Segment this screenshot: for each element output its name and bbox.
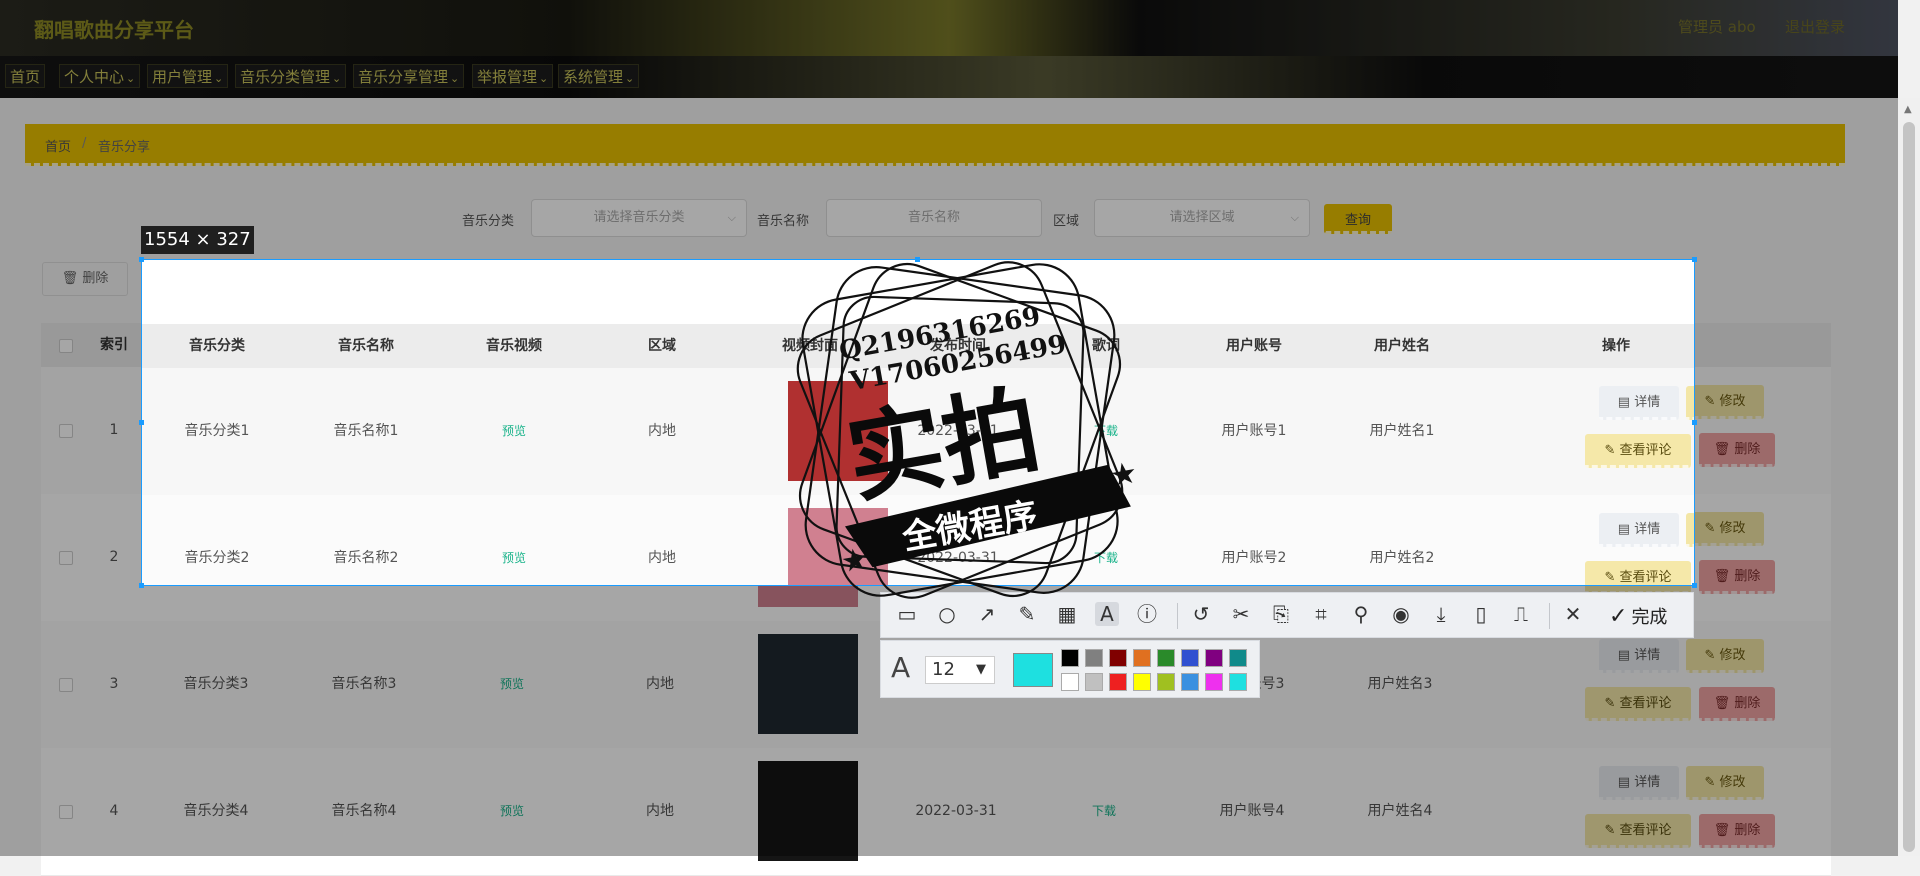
resize-handle[interactable] — [1692, 420, 1697, 425]
cell-username: 用户姓名1 — [1369, 423, 1435, 439]
detail-label: 详情 — [1634, 522, 1661, 537]
header-video: 音乐视频 — [486, 338, 542, 354]
color-swatch[interactable] — [1181, 649, 1199, 667]
color-swatch[interactable] — [1229, 649, 1247, 667]
color-swatch[interactable] — [1157, 649, 1175, 667]
download-icon[interactable]: ⤓ — [1429, 602, 1453, 626]
header-region: 区域 — [648, 338, 676, 354]
header-username: 用户姓名 — [1374, 338, 1430, 354]
view-comments-button[interactable]: ✎ 查看评论 — [1585, 561, 1691, 585]
capture-size-label: 1554 × 327 — [141, 226, 254, 254]
color-swatch[interactable] — [1133, 673, 1151, 691]
color-swatch[interactable] — [1109, 673, 1127, 691]
header-operations: 操作 — [1602, 338, 1630, 354]
pencil-icon: ✎ — [1604, 570, 1620, 585]
bookmark-icon[interactable]: ⎍ — [1509, 602, 1533, 626]
cell-category: 音乐分类2 — [184, 550, 250, 566]
color-swatch[interactable] — [1061, 673, 1079, 691]
color-swatch[interactable] — [1157, 673, 1175, 691]
current-color-swatch[interactable] — [1013, 653, 1053, 687]
cell-name: 音乐名称1 — [333, 423, 399, 439]
color-swatch[interactable] — [1109, 649, 1127, 667]
edit-button[interactable]: ✎ 修改 — [1686, 386, 1694, 420]
color-swatch[interactable] — [1133, 649, 1151, 667]
cell-region: 内地 — [648, 423, 676, 439]
done-button[interactable]: ✓ 完成 — [1609, 603, 1667, 629]
resize-handle[interactable] — [139, 583, 144, 588]
scroll-up-icon[interactable]: ▲ — [1904, 104, 1912, 115]
watermark-stamp: Q2196316269 V17060256499 实拍 全微程序 ★ ★ — [796, 261, 1140, 599]
resize-handle[interactable] — [1692, 583, 1697, 588]
color-swatch[interactable] — [1229, 673, 1247, 691]
detail-button[interactable]: ▤ 详情 — [1599, 513, 1679, 547]
color-swatch[interactable] — [1061, 649, 1079, 667]
color-swatch[interactable] — [1205, 673, 1223, 691]
resize-handle[interactable] — [1692, 257, 1697, 262]
view-comments-button[interactable]: ✎ 查看评论 — [1585, 434, 1691, 468]
color-swatch[interactable] — [1181, 673, 1199, 691]
phone-icon[interactable]: ▯ — [1469, 602, 1493, 626]
translate-icon[interactable]: ⎘ — [1269, 602, 1293, 626]
resize-handle[interactable] — [139, 420, 144, 425]
toolbar-divider — [1549, 603, 1550, 629]
header-account: 用户账号 — [1226, 338, 1282, 354]
pencil-icon: ✎ — [1604, 443, 1620, 458]
undo-icon[interactable]: ↺ — [1189, 602, 1213, 626]
done-label: 完成 — [1631, 607, 1668, 628]
doc-icon: ▤ — [1617, 395, 1635, 410]
star-icon: ★ — [1107, 455, 1140, 494]
video-preview-link[interactable]: 预览 — [440, 495, 588, 585]
record-icon[interactable]: ◉ — [1389, 602, 1413, 626]
toolbar-divider — [1177, 603, 1178, 629]
cell-category: 音乐分类1 — [184, 423, 250, 439]
color-swatch[interactable] — [1205, 649, 1223, 667]
page-scrollbar[interactable]: ▲ — [1898, 98, 1920, 856]
color-swatch[interactable] — [1085, 673, 1103, 691]
edit-button[interactable]: ✎ 修改 — [1686, 513, 1694, 547]
cell-username: 用户姓名2 — [1369, 550, 1435, 566]
close-icon[interactable]: ✕ — [1561, 602, 1585, 626]
scrollbar-thumb[interactable] — [1903, 122, 1915, 852]
comment-label: 查看评论 — [1619, 443, 1672, 458]
ocr-scan-icon[interactable]: ⌗ — [1309, 602, 1333, 626]
pin-icon[interactable]: ⚲ — [1349, 602, 1373, 626]
cell-account: 用户账号1 — [1221, 423, 1287, 439]
font-size-select[interactable]: 12 ▼ — [925, 656, 995, 684]
color-swatch[interactable] — [1085, 649, 1103, 667]
doc-icon: ▤ — [1617, 522, 1635, 537]
detail-button[interactable]: ▤ 详情 — [1599, 386, 1679, 420]
cell-account: 用户账号2 — [1221, 550, 1287, 566]
scissors-icon[interactable]: ✂ — [1229, 602, 1253, 626]
comment-label: 查看评论 — [1619, 570, 1672, 585]
resize-handle[interactable] — [139, 257, 144, 262]
header-category: 音乐分类 — [189, 338, 245, 354]
cell-name: 音乐名称2 — [333, 550, 399, 566]
caret-down-icon: ▼ — [976, 662, 986, 677]
font-icon: A — [891, 651, 911, 684]
cell-region: 内地 — [648, 550, 676, 566]
text-style-panel: A 12 ▼ — [880, 640, 1260, 698]
check-icon: ✓ — [1609, 604, 1628, 629]
font-size-value: 12 — [932, 659, 955, 680]
header-name: 音乐名称 — [338, 338, 394, 354]
detail-label: 详情 — [1634, 395, 1661, 410]
video-preview-link[interactable]: 预览 — [440, 368, 588, 495]
